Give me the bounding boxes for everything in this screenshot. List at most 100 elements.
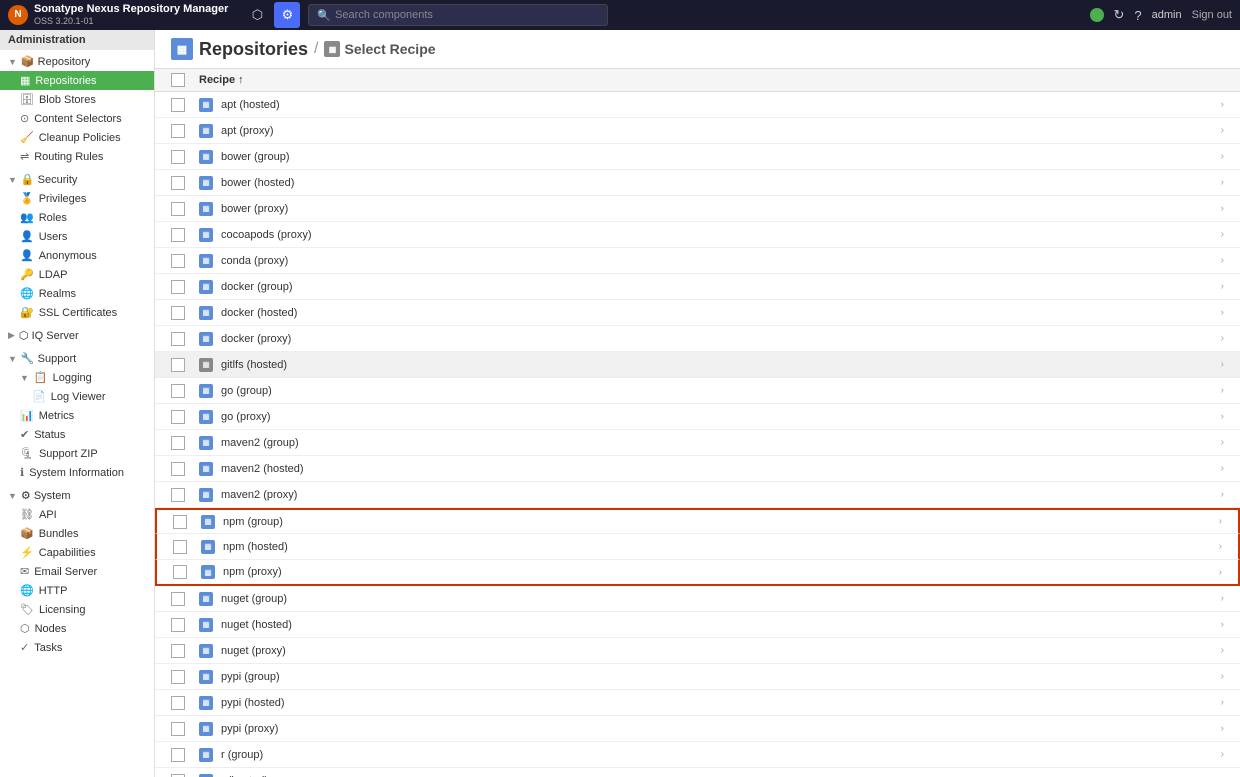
sidebar-item-anonymous[interactable]: 👤 Anonymous xyxy=(0,246,154,265)
sidebar-item-cleanup-policies[interactable]: 🧹 Cleanup Policies xyxy=(0,128,154,147)
chevron-security xyxy=(8,175,17,185)
row-checkbox[interactable] xyxy=(171,384,185,398)
sidebar-item-metrics[interactable]: 📊 Metrics xyxy=(0,406,154,425)
row-checkbox[interactable] xyxy=(171,696,185,710)
row-checkbox[interactable] xyxy=(171,150,185,164)
sidebar-item-api[interactable]: ⛓ API xyxy=(0,505,154,524)
table-row[interactable]: ▦ pypi (proxy) › xyxy=(155,716,1240,742)
row-checkbox[interactable] xyxy=(171,670,185,684)
table-row[interactable]: ▦ apt (hosted) › xyxy=(155,92,1240,118)
sidebar-item-bundles[interactable]: 📦 Bundles xyxy=(0,524,154,543)
table-row[interactable]: ▦ npm (group) › xyxy=(155,508,1240,534)
row-recipe-name: docker (hosted) xyxy=(221,307,1221,319)
row-checkbox[interactable] xyxy=(171,306,185,320)
sidebar-item-users[interactable]: 👤 Users xyxy=(0,227,154,246)
row-checkbox[interactable] xyxy=(171,176,185,190)
table-row[interactable]: ▦ npm (hosted) › xyxy=(155,534,1240,560)
sidebar-item-licensing[interactable]: 🏷 Licensing xyxy=(0,600,154,619)
table-row[interactable]: ▦ conda (proxy) › xyxy=(155,248,1240,274)
dashboard-icon-btn[interactable]: ⬡ xyxy=(244,2,270,28)
row-checkbox[interactable] xyxy=(171,98,185,112)
sidebar-item-email-server[interactable]: ✉ Email Server xyxy=(0,562,154,581)
row-checkbox[interactable] xyxy=(171,358,185,372)
table-row[interactable]: ▦ cocoapods (proxy) › xyxy=(155,222,1240,248)
table-row[interactable]: ▦ pypi (group) › xyxy=(155,664,1240,690)
table-row[interactable]: ▦ go (proxy) › xyxy=(155,404,1240,430)
row-checkbox[interactable] xyxy=(171,202,185,216)
row-checkbox[interactable] xyxy=(171,618,185,632)
sidebar-item-roles[interactable]: 👥 Roles xyxy=(0,208,154,227)
sign-out-button[interactable]: Sign out xyxy=(1192,9,1232,21)
row-checkbox[interactable] xyxy=(171,228,185,242)
sidebar-item-repositories[interactable]: ▦ Repositories xyxy=(0,71,154,90)
row-checkbox[interactable] xyxy=(171,644,185,658)
row-checkbox[interactable] xyxy=(171,592,185,606)
table-row[interactable]: ▦ go (group) › xyxy=(155,378,1240,404)
sidebar-group-security-header[interactable]: 🔒 Security xyxy=(0,170,154,189)
table-row[interactable]: ▦ docker (hosted) › xyxy=(155,300,1240,326)
search-bar[interactable]: 🔍 Search components xyxy=(308,4,608,26)
row-checkbox[interactable] xyxy=(171,332,185,346)
row-recipe-name: maven2 (hosted) xyxy=(221,463,1221,475)
row-checkbox[interactable] xyxy=(171,436,185,450)
settings-icon-btn[interactable]: ⚙ xyxy=(274,2,300,28)
sidebar-item-tasks[interactable]: ✓ Tasks xyxy=(0,638,154,657)
table-row[interactable]: ▦ nuget (group) › xyxy=(155,586,1240,612)
row-checkbox[interactable] xyxy=(171,774,185,777)
sidebar-group-repository-header[interactable]: 📦 Repository xyxy=(0,52,154,71)
row-checkbox[interactable] xyxy=(171,124,185,138)
table-row[interactable]: ▦ apt (proxy) › xyxy=(155,118,1240,144)
sidebar-item-privileges[interactable]: 🏅 Privileges xyxy=(0,189,154,208)
row-checkbox[interactable] xyxy=(171,722,185,736)
row-checkbox[interactable] xyxy=(171,410,185,424)
table-row[interactable]: ▦ docker (proxy) › xyxy=(155,326,1240,352)
help-icon[interactable]: ? xyxy=(1134,8,1141,23)
table-row[interactable]: ▦ docker (group) › xyxy=(155,274,1240,300)
table-row[interactable]: ▦ r (group) › xyxy=(155,742,1240,768)
table-row[interactable]: ▦ maven2 (group) › xyxy=(155,430,1240,456)
sidebar-group-security: 🔒 Security 🏅 Privileges 👥 Roles 👤 Users … xyxy=(0,168,154,324)
row-checkbox[interactable] xyxy=(171,462,185,476)
row-checkbox[interactable] xyxy=(171,254,185,268)
row-checkbox[interactable] xyxy=(171,280,185,294)
row-checkbox[interactable] xyxy=(171,748,185,762)
row-checkbox-area xyxy=(171,592,191,606)
sidebar-item-realms[interactable]: 🌐 Realms xyxy=(0,284,154,303)
sidebar-group-system-header[interactable]: ⚙ System xyxy=(0,486,154,505)
table-row[interactable]: ▦ maven2 (proxy) › xyxy=(155,482,1240,508)
sidebar-item-nodes[interactable]: ⬡ Nodes xyxy=(0,619,154,638)
sidebar-item-content-selectors[interactable]: ⊙ Content Selectors xyxy=(0,109,154,128)
sidebar-group-iq-header[interactable]: ⬡ IQ Server xyxy=(0,326,154,345)
sidebar-item-http[interactable]: 🌐 HTTP xyxy=(0,581,154,600)
row-checkbox[interactable] xyxy=(171,488,185,502)
table-row[interactable]: ▦ pypi (hosted) › xyxy=(155,690,1240,716)
row-recipe-name: r (group) xyxy=(221,749,1221,761)
select-all-checkbox[interactable] xyxy=(171,73,185,87)
refresh-icon[interactable]: ↻ xyxy=(1114,7,1125,23)
table-row[interactable]: ▦ gitlfs (hosted) › xyxy=(155,352,1240,378)
table-row[interactable]: ▦ bower (group) › xyxy=(155,144,1240,170)
row-checkbox[interactable] xyxy=(173,515,187,529)
sidebar-item-routing-rules[interactable]: ⇌ Routing Rules xyxy=(0,147,154,166)
table-row[interactable]: ▦ npm (proxy) › xyxy=(155,560,1240,586)
table-row[interactable]: ▦ nuget (proxy) › xyxy=(155,638,1240,664)
row-checkbox[interactable] xyxy=(173,540,187,554)
sidebar-item-ssl[interactable]: 🔐 SSL Certificates xyxy=(0,303,154,322)
sidebar-item-capabilities[interactable]: ⚡ Capabilities xyxy=(0,543,154,562)
row-nav-chevron: › xyxy=(1221,463,1224,474)
table-row[interactable]: ▦ r (hosted) › xyxy=(155,768,1240,777)
row-checkbox[interactable] xyxy=(173,565,187,579)
sidebar-item-system-info[interactable]: ℹ System Information xyxy=(0,463,154,482)
table-row[interactable]: ▦ bower (proxy) › xyxy=(155,196,1240,222)
table-row[interactable]: ▦ nuget (hosted) › xyxy=(155,612,1240,638)
sidebar-item-ldap[interactable]: 🔑 LDAP xyxy=(0,265,154,284)
sidebar-group-iq-label: ⬡ IQ Server xyxy=(19,329,79,342)
sidebar-item-support-zip[interactable]: 🗜 Support ZIP xyxy=(0,444,154,463)
sidebar-item-status[interactable]: ✔ Status xyxy=(0,425,154,444)
sidebar-item-log-viewer[interactable]: 📄 Log Viewer xyxy=(0,387,154,406)
sidebar-group-support-header[interactable]: 🔧 Support xyxy=(0,349,154,368)
table-row[interactable]: ▦ bower (hosted) › xyxy=(155,170,1240,196)
table-row[interactable]: ▦ maven2 (hosted) › xyxy=(155,456,1240,482)
sidebar-item-logging[interactable]: 📋 Logging xyxy=(0,368,154,387)
sidebar-item-blob-stores[interactable]: 🗄 Blob Stores xyxy=(0,90,154,109)
